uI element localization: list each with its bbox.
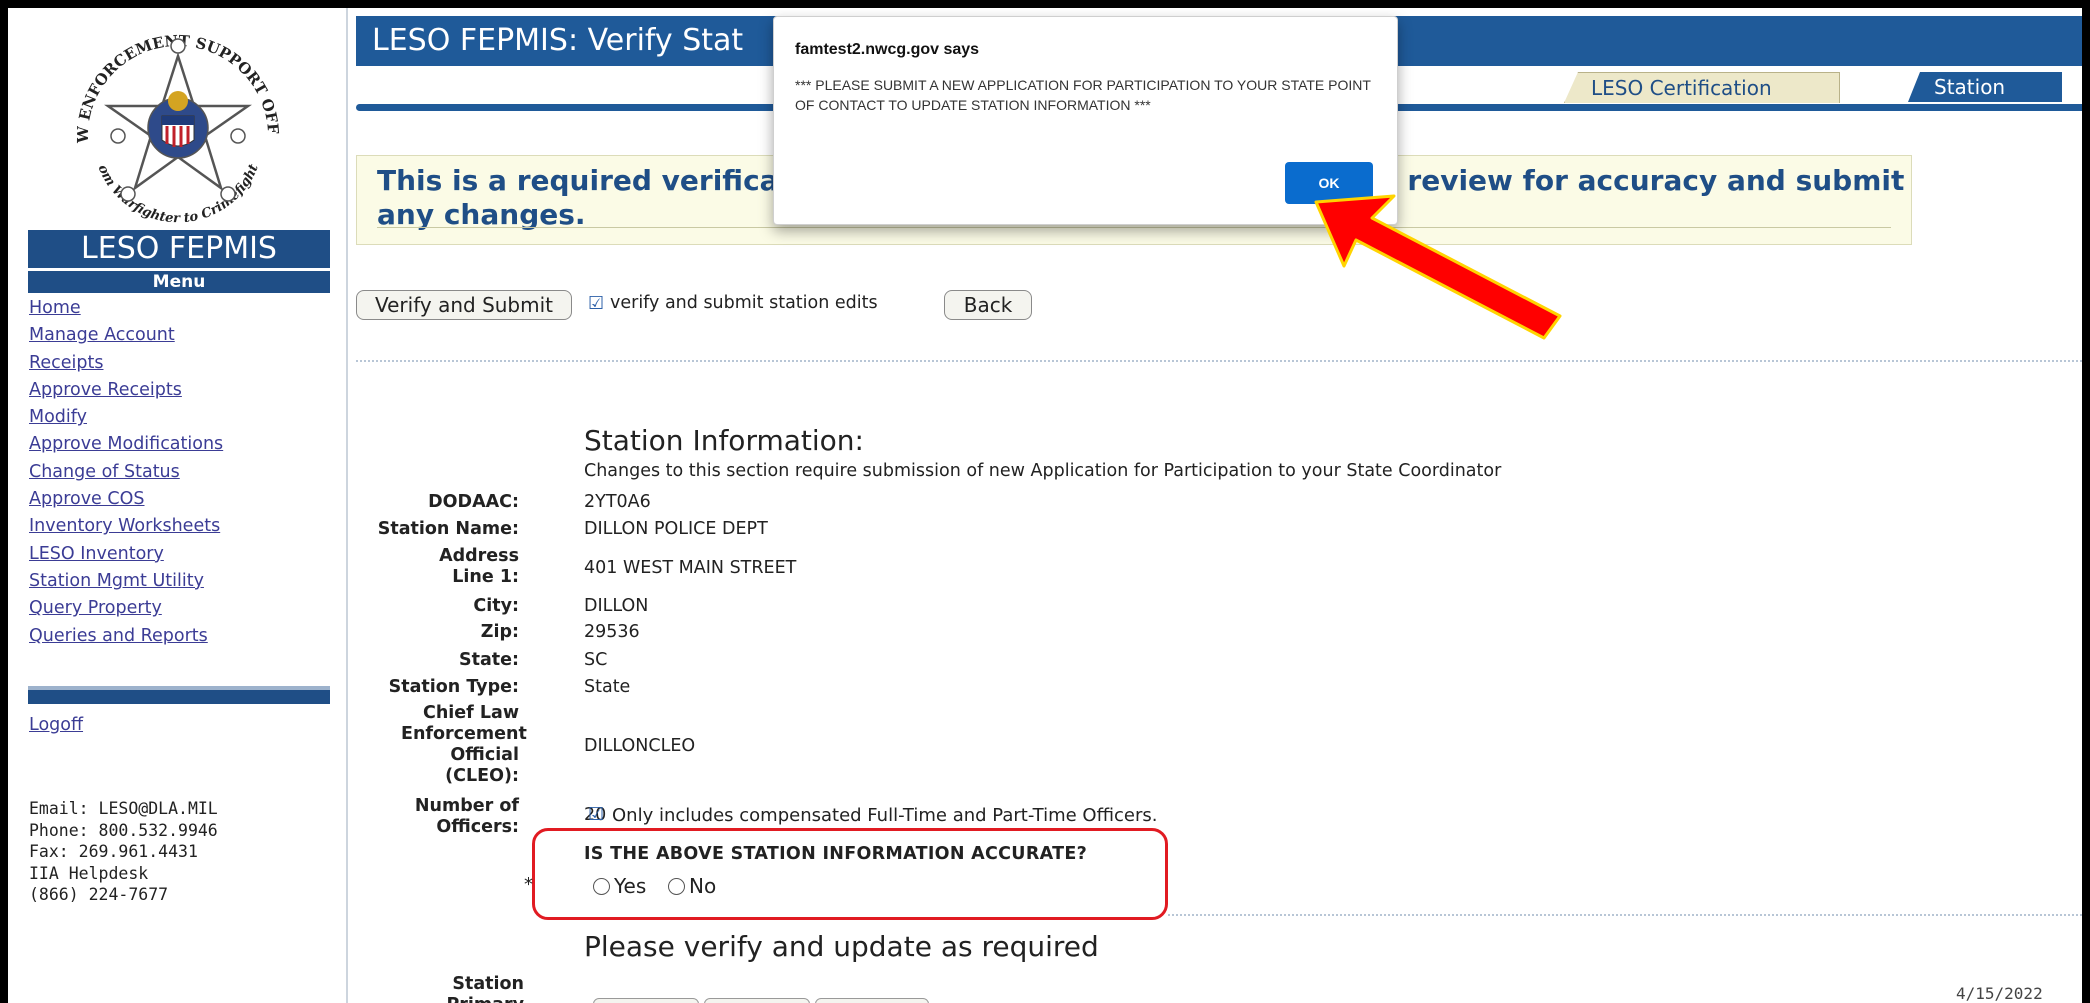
menu-item-manage-account: Manage Account xyxy=(29,325,223,352)
menu-link-home[interactable]: Home xyxy=(29,298,81,318)
tab-leso-certification-search[interactable]: LESO Certification Search xyxy=(1564,72,1840,103)
logoff-link[interactable]: Logoff xyxy=(29,715,83,735)
label-station-primary: Station Primary xyxy=(446,974,524,1003)
sidebar-menu: Home Manage Account Receipts Approve Rec… xyxy=(29,298,223,653)
value-station-name: DILLON POLICE DEPT xyxy=(584,519,768,539)
contact-info: Email: LESO@DLA.MIL Phone: 800.532.9946 … xyxy=(29,798,218,906)
accuracy-question: IS THE ABOVE STATION INFORMATION ACCURAT… xyxy=(584,844,1088,864)
label-cleo: Chief Law Enforcement Official (CLEO): xyxy=(401,703,527,786)
verify-update-title: Please verify and update as required xyxy=(584,930,1099,963)
value-city: DILLON xyxy=(584,596,649,616)
checkmark-icon: ☑ xyxy=(588,293,605,314)
menu-link-leso-inventory[interactable]: LESO Inventory xyxy=(29,544,164,564)
station-info-subtitle: Changes to this section require submissi… xyxy=(584,461,1502,481)
yes-option[interactable]: Yes xyxy=(593,874,646,898)
checkmark-icon: ☑ xyxy=(588,804,605,825)
menu-item-approve-receipts: Approve Receipts xyxy=(29,380,223,407)
back-button[interactable]: Back xyxy=(944,290,1032,320)
contact-email: Email: LESO@DLA.MIL xyxy=(29,799,218,818)
menu-item-station-mgmt-utility: Station Mgmt Utility xyxy=(29,571,223,598)
yes-label: Yes xyxy=(614,874,647,898)
menu-link-change-of-status[interactable]: Change of Status xyxy=(29,462,180,482)
menu-item-change-of-status: Change of Status xyxy=(29,462,223,489)
menu-link-approve-modifications[interactable]: Approve Modifications xyxy=(29,434,223,454)
primary-input-1[interactable] xyxy=(593,998,699,1003)
dialog-title: famtest2.nwcg.gov says xyxy=(795,41,980,58)
menu-link-approve-cos[interactable]: Approve COS xyxy=(29,489,145,509)
value-zip: 29536 xyxy=(584,622,640,642)
menu-link-queries-and-reports[interactable]: Queries and Reports xyxy=(29,626,208,646)
browser-page: LAW ENFORCEMENT SUPPORT OFFICE From Warf… xyxy=(8,8,2082,1003)
menu-item-queries-and-reports: Queries and Reports xyxy=(29,626,223,653)
menu-link-query-property[interactable]: Query Property xyxy=(29,598,162,618)
no-label: No xyxy=(689,874,717,898)
label-station-name: Station Name: xyxy=(377,519,519,539)
contact-phone: Phone: 800.532.9946 xyxy=(29,820,218,840)
label-dodaac: DODAAC: xyxy=(428,492,519,512)
menu-link-station-mgmt-utility[interactable]: Station Mgmt Utility xyxy=(29,571,204,591)
verify-and-submit-button[interactable]: Verify and Submit xyxy=(356,290,572,320)
app-brand: LESO FEPMIS xyxy=(28,230,330,268)
notice-line-1-left: This is a required verificatio xyxy=(377,164,821,197)
menu-link-manage-account[interactable]: Manage Account xyxy=(29,325,175,345)
value-cleo: DILLONCLEO xyxy=(584,736,696,756)
station-info-title: Station Information: xyxy=(584,424,864,457)
menu-link-approve-receipts[interactable]: Approve Receipts xyxy=(29,380,182,400)
label-address-line-1: Address Line 1: xyxy=(439,546,519,587)
menu-item-home: Home xyxy=(29,298,223,325)
menu-item-approve-cos: Approve COS xyxy=(29,489,223,516)
primary-input-2[interactable] xyxy=(704,998,810,1003)
sidebar: LAW ENFORCEMENT SUPPORT OFFICE From Warf… xyxy=(8,8,348,1003)
dialog-message: *** PLEASE SUBMIT A NEW APPLICATION FOR … xyxy=(795,77,1371,113)
alert-dialog: famtest2.nwcg.gov says *** PLEASE SUBMIT… xyxy=(773,16,1398,225)
menu-item-query-property: Query Property xyxy=(29,598,223,625)
value-state: SC xyxy=(584,650,608,670)
label-state: State: xyxy=(458,650,519,670)
leso-seal-logo: LAW ENFORCEMENT SUPPORT OFFICE From Warf… xyxy=(58,16,282,226)
menu-link-modify[interactable]: Modify xyxy=(29,407,87,427)
verify-note: verify and submit station edits xyxy=(610,293,878,313)
label-number-of-officers: Number of Officers: xyxy=(414,796,519,837)
annotation-arrow xyxy=(1314,194,1562,340)
no-radio[interactable] xyxy=(668,877,685,895)
menu-item-approve-modifications: Approve Modifications xyxy=(29,434,223,461)
primary-input-3[interactable] xyxy=(815,998,929,1003)
contact-helpdesk: IIA Helpdesk xyxy=(29,863,149,883)
required-asterisk: * xyxy=(524,874,533,895)
section-divider xyxy=(1168,914,2082,916)
menu-link-receipts[interactable]: Receipts xyxy=(29,353,103,373)
menu-title: Menu xyxy=(28,271,330,293)
contact-helpdesk-phone: (866) 224-7677 xyxy=(29,885,169,904)
no-option[interactable]: No xyxy=(668,874,716,898)
menu-link-inventory-worksheets[interactable]: Inventory Worksheets xyxy=(29,516,220,536)
contact-fax: Fax: 269.961.4431 xyxy=(29,842,198,861)
officers-note: Only includes compensated Full-Time and … xyxy=(612,805,1158,826)
tab-station[interactable]: Station xyxy=(1908,72,2062,102)
section-divider xyxy=(356,360,2082,362)
label-station-type: Station Type: xyxy=(388,677,519,697)
menu-item-receipts: Receipts xyxy=(29,353,223,380)
label-city: City: xyxy=(473,596,519,616)
menu-item-leso-inventory: LESO Inventory xyxy=(29,544,223,571)
menu-item-modify: Modify xyxy=(29,407,223,434)
yes-radio[interactable] xyxy=(593,877,610,895)
menu-divider xyxy=(28,686,330,704)
label-zip: Zip: xyxy=(480,622,519,642)
value-dodaac: 2YT0A6 xyxy=(584,492,651,512)
notice-rule xyxy=(377,227,1891,228)
menu-item-inventory-worksheets: Inventory Worksheets xyxy=(29,516,223,543)
value-address-line-1: 401 WEST MAIN STREET xyxy=(584,558,797,578)
value-station-type: State xyxy=(584,677,631,697)
page-date: 4/15/2022 xyxy=(1956,984,2043,1003)
